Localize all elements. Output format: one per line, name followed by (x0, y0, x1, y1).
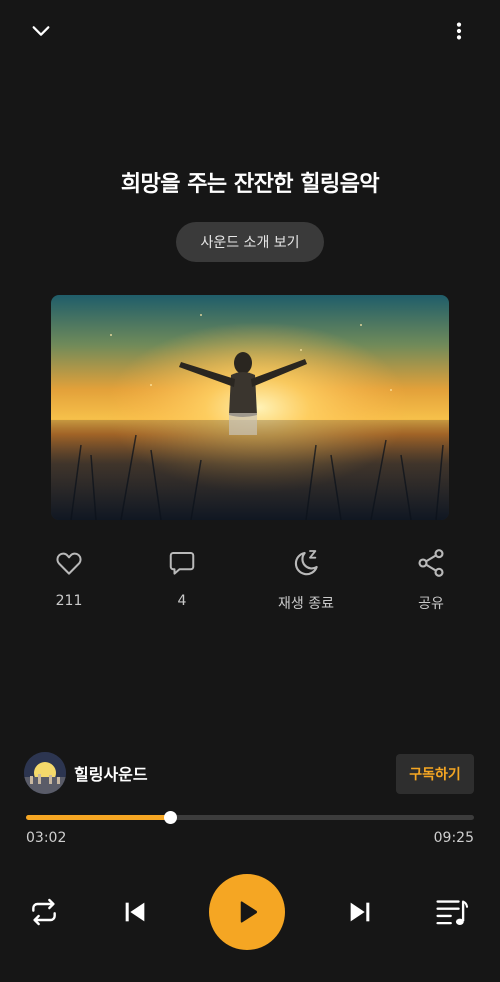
action-bar: 211 4 재생 종료 공유 (0, 546, 500, 616)
more-options-button[interactable] (440, 12, 478, 50)
repeat-icon (32, 898, 56, 926)
like-button[interactable]: 211 (14, 546, 124, 609)
channel-info[interactable]: 힐링사운드 (24, 752, 148, 794)
more-vertical-icon (456, 22, 462, 40)
next-button[interactable] (340, 892, 380, 932)
track-title: 희망을 주는 잔잔한 힐링음악 (120, 172, 380, 197)
playlist-icon (436, 900, 469, 925)
skip-next-icon (350, 902, 370, 922)
heart-icon (52, 546, 86, 580)
channel-name[interactable]: 힐링사운드 (74, 761, 148, 785)
comment-button[interactable]: 4 (127, 546, 237, 609)
comment-icon (165, 546, 199, 580)
subscribe-button[interactable]: 구독하기 (396, 754, 474, 794)
previous-button[interactable] (115, 892, 155, 932)
current-time: 03:02 (26, 830, 67, 846)
sleep-timer-icon (289, 546, 323, 580)
playback-controls (0, 872, 500, 952)
cover-image (51, 295, 449, 520)
sleep-timer-label: 재생 종료 (278, 596, 334, 612)
avatar (24, 752, 66, 794)
playlist-button[interactable] (432, 892, 472, 932)
progress-bar[interactable] (26, 811, 474, 824)
sound-intro-button[interactable]: 사운드 소개 보기 (176, 222, 324, 262)
chevron-down-icon (32, 26, 50, 36)
collapse-button[interactable] (22, 12, 60, 50)
progress-fill (26, 815, 171, 820)
skip-previous-icon (125, 902, 145, 922)
sleep-timer-button[interactable]: 재생 종료 (251, 546, 361, 613)
like-count: 211 (55, 593, 83, 609)
total-time: 09:25 (433, 830, 474, 846)
play-icon (240, 901, 258, 923)
repeat-button[interactable] (24, 892, 64, 932)
share-button[interactable]: 공유 (376, 546, 486, 613)
comment-count: 4 (177, 593, 187, 609)
share-label: 공유 (418, 596, 444, 612)
play-button[interactable] (209, 874, 285, 950)
share-icon (414, 546, 448, 580)
progress-thumb[interactable] (164, 811, 178, 824)
